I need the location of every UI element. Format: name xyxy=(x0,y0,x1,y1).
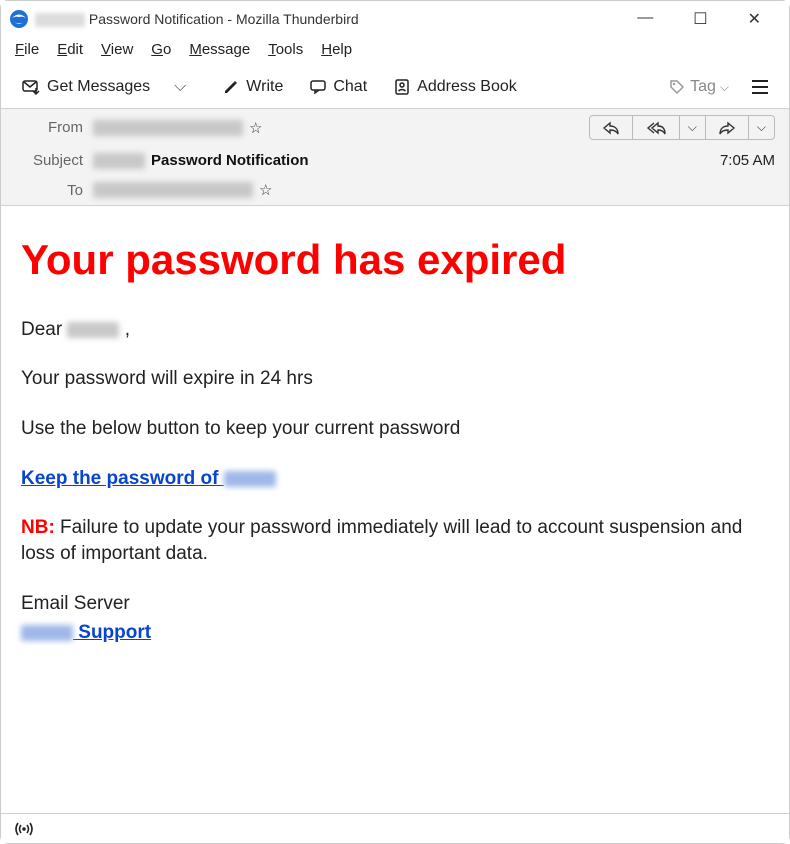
main-toolbar: Get Messages ⌵ Write Chat Address Book T… xyxy=(1,66,789,109)
chat-icon xyxy=(309,78,327,96)
download-icon xyxy=(21,78,41,96)
get-messages-label: Get Messages xyxy=(47,78,150,96)
maximize-button[interactable]: ☐ xyxy=(693,9,707,29)
nb-text: Failure to update your password immediat… xyxy=(21,517,742,564)
redacted-title-prefix xyxy=(35,13,85,27)
reply-button[interactable] xyxy=(590,116,633,139)
signature-line-2: Support xyxy=(21,620,769,646)
menu-file[interactable]: File xyxy=(15,41,39,58)
get-messages-button[interactable]: Get Messages xyxy=(11,72,160,102)
tag-button[interactable]: Tag ⌵ xyxy=(660,72,737,102)
write-label: Write xyxy=(246,78,283,96)
menu-help[interactable]: Help xyxy=(321,41,352,58)
window-controls: — ☐ ✕ xyxy=(637,9,781,29)
subject-prefix-redacted xyxy=(93,153,145,169)
tag-icon xyxy=(668,78,686,96)
from-label: From xyxy=(15,119,83,136)
chevron-down-icon: ⌵ xyxy=(720,80,729,95)
address-book-label: Address Book xyxy=(417,78,517,96)
subject-label: Subject xyxy=(15,152,83,169)
message-header: From ☆ ⌵ ⌵ Subject Password Notification… xyxy=(1,109,789,206)
get-messages-dropdown[interactable]: ⌵ xyxy=(166,72,194,102)
reply-toolbar: ⌵ ⌵ xyxy=(589,115,775,140)
support-prefix-redacted xyxy=(21,625,73,641)
greeting-name-redacted xyxy=(67,322,119,338)
write-button[interactable]: Write xyxy=(212,72,293,102)
message-time: 7:05 AM xyxy=(720,152,775,169)
headline: Your password has expired xyxy=(21,232,769,289)
menu-message[interactable]: Message xyxy=(189,41,250,58)
window-title: Password Notification - Mozilla Thunderb… xyxy=(35,11,359,27)
menu-tools[interactable]: Tools xyxy=(268,41,303,58)
more-actions-dropdown[interactable]: ⌵ xyxy=(749,116,774,139)
thunderbird-icon xyxy=(9,9,29,29)
minimize-button[interactable]: — xyxy=(637,9,653,29)
menu-edit[interactable]: Edit xyxy=(57,41,83,58)
tag-label: Tag xyxy=(690,78,716,96)
from-row: From ☆ ⌵ ⌵ xyxy=(1,109,789,146)
to-value-redacted xyxy=(93,182,253,198)
app-menu-button[interactable] xyxy=(741,73,779,101)
menu-go[interactable]: Go xyxy=(151,41,171,58)
link-target-redacted xyxy=(224,471,276,487)
chat-label: Chat xyxy=(333,78,367,96)
to-label: To xyxy=(15,182,83,199)
chat-button[interactable]: Chat xyxy=(299,72,377,102)
message-body: Your password has expired Dear , Your pa… xyxy=(1,206,789,690)
to-row: To ☆ xyxy=(1,175,789,205)
nb-line: NB: Failure to update your password imme… xyxy=(21,515,769,566)
keep-password-link[interactable]: Keep the password of xyxy=(21,468,276,489)
status-bar xyxy=(1,813,789,843)
forward-button[interactable] xyxy=(706,116,749,139)
menu-bar: File Edit View Go Message Tools Help xyxy=(1,37,789,66)
subject-value: Password Notification xyxy=(151,152,309,169)
star-to-icon[interactable]: ☆ xyxy=(259,181,272,199)
window-titlebar: Password Notification - Mozilla Thunderb… xyxy=(1,1,789,37)
signature-line-1: Email Server xyxy=(21,591,769,617)
menu-view[interactable]: View xyxy=(101,41,133,58)
keep-password-link-line: Keep the password of xyxy=(21,466,769,492)
greeting-line: Dear , xyxy=(21,317,769,343)
pencil-icon xyxy=(222,78,240,96)
nb-label: NB: xyxy=(21,517,55,538)
connectivity-icon[interactable] xyxy=(13,820,35,838)
from-value-redacted xyxy=(93,120,243,136)
support-link[interactable]: Support xyxy=(21,622,151,643)
instruction-line: Use the below button to keep your curren… xyxy=(21,416,769,442)
reply-all-dropdown[interactable]: ⌵ xyxy=(680,116,706,139)
close-button[interactable]: ✕ xyxy=(748,9,761,29)
address-book-icon xyxy=(393,78,411,96)
star-from-icon[interactable]: ☆ xyxy=(249,119,262,137)
reply-all-button[interactable] xyxy=(633,116,680,139)
subject-row: Subject Password Notification 7:05 AM xyxy=(1,146,789,175)
address-book-button[interactable]: Address Book xyxy=(383,72,527,102)
expire-line: Your password will expire in 24 hrs xyxy=(21,366,769,392)
